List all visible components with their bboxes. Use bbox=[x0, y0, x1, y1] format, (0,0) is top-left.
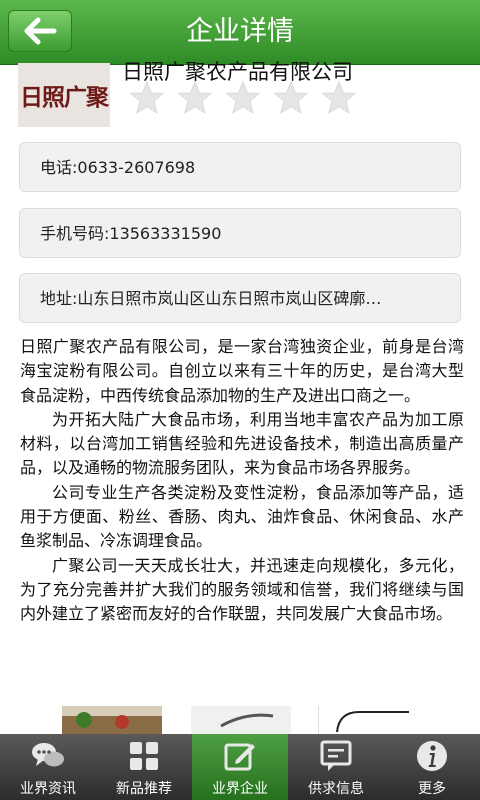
info-icon bbox=[417, 741, 447, 771]
tab-label: 业界资讯 bbox=[20, 781, 76, 797]
rating-stars bbox=[129, 80, 357, 116]
company-description: 日照广聚农产品有限公司，是一家台湾独资企业，前身是台湾海宝淀粉有限公司。自创立以… bbox=[20, 335, 464, 627]
chat-bubbles-icon bbox=[32, 743, 64, 767]
address-row[interactable]: 地址:山东日照市岚山区山东日照市岚山区碑廓… bbox=[19, 273, 461, 323]
description-paragraph: 日照广聚农产品有限公司，是一家台湾独资企业，前身是台湾海宝淀粉有限公司。自创立以… bbox=[20, 337, 464, 405]
tab-label: 业界企业 bbox=[212, 781, 268, 797]
mobile-row[interactable]: 手机号码:13563331590 bbox=[19, 208, 461, 258]
company-logo-text: 日照广聚 bbox=[20, 85, 109, 111]
phone-row[interactable]: 电话:0633-2607698 bbox=[19, 142, 461, 192]
description-paragraph: 为开拓大陆广大食品市场，利用当地丰富农产品为加工原材料，以台湾加工销售经验和先进… bbox=[20, 409, 464, 478]
company-logo: 日照广聚 bbox=[18, 63, 110, 127]
tab-label: 供求信息 bbox=[308, 781, 364, 797]
tab-industry-companies[interactable]: 业界企业 bbox=[192, 734, 288, 800]
thumbnail-image bbox=[191, 706, 291, 734]
tab-supply-demand[interactable]: 供求信息 bbox=[288, 734, 384, 800]
thumbnail-image bbox=[319, 706, 419, 734]
product-thumbnail[interactable] bbox=[318, 706, 419, 734]
product-thumbnail[interactable] bbox=[191, 706, 291, 734]
edit-icon bbox=[224, 743, 255, 771]
tab-label: 更多 bbox=[418, 781, 446, 797]
product-thumbnail[interactable] bbox=[62, 706, 162, 734]
tab-label: 新品推荐 bbox=[116, 781, 172, 797]
tab-more[interactable]: 更多 bbox=[384, 734, 480, 800]
star-icon bbox=[177, 80, 213, 115]
star-icon bbox=[321, 80, 357, 115]
description-paragraph: 公司专业生产各类淀粉及变性淀粉，食品添加等产品，适用于方便面、粉丝、香肠、肉丸、… bbox=[20, 482, 464, 551]
message-icon bbox=[320, 740, 352, 771]
thumbnail-image bbox=[62, 706, 162, 734]
star-icon bbox=[225, 80, 261, 115]
page-title: 企业详情 bbox=[186, 16, 294, 47]
star-icon bbox=[273, 80, 309, 115]
star-icon bbox=[129, 80, 165, 115]
tab-industry-news[interactable]: 业界资讯 bbox=[0, 734, 96, 800]
grid-icon bbox=[130, 742, 158, 770]
tab-new-products[interactable]: 新品推荐 bbox=[96, 734, 192, 800]
bottom-tab-bar: 业界资讯 新品推荐 业界企业 供求信息 更多 bbox=[0, 734, 480, 800]
description-paragraph: 广聚公司一天天成长壮大，并迅速走向规模化，多元化，为了充分完善并扩大我们的服务领… bbox=[20, 555, 464, 624]
